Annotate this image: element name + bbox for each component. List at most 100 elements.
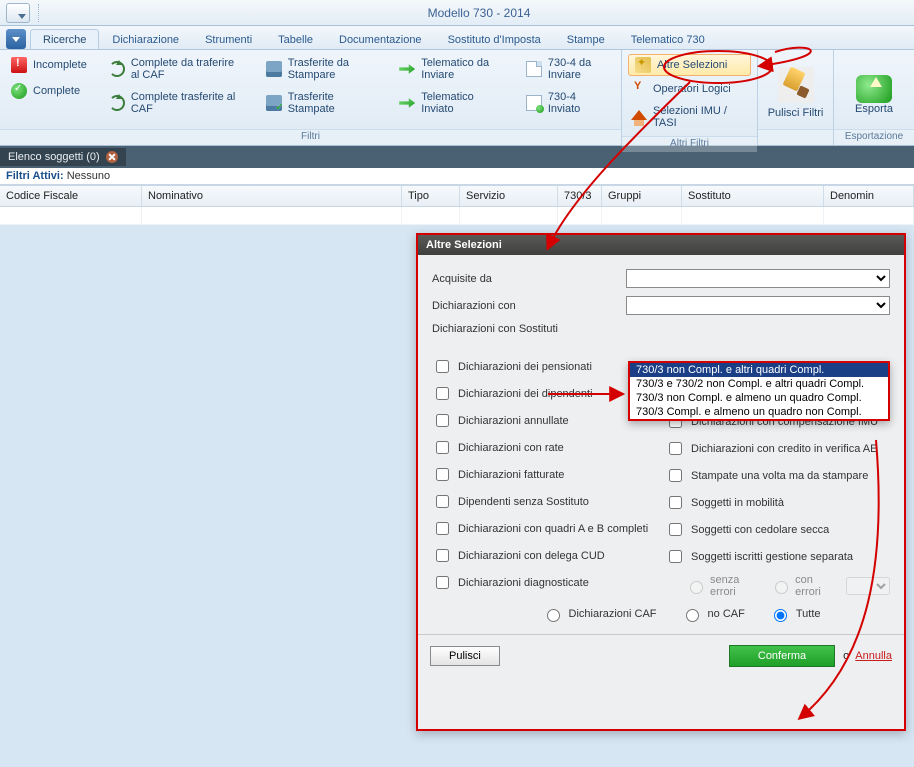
tab-stampe[interactable]: Stampe <box>554 29 618 49</box>
file-menu-button[interactable] <box>6 29 26 49</box>
chk-gestione-sep[interactable] <box>669 550 682 563</box>
label: Dichiarazioni con quadri A e B completi <box>458 523 648 535</box>
chk-rate[interactable] <box>436 441 449 454</box>
dropdown-option[interactable]: 730/3 e 730/2 non Compl. e altri quadri … <box>630 377 888 391</box>
ribbon-group-pulisci: Pulisci Filtri <box>758 50 834 145</box>
chk-senza-sostituto[interactable] <box>436 495 449 508</box>
tab-telematico[interactable]: Telematico 730 <box>618 29 718 49</box>
printer-check-icon <box>266 95 282 111</box>
chk-annullate[interactable] <box>436 414 449 427</box>
btn-dlg-conferma[interactable]: Conferma <box>729 645 835 667</box>
col-7303[interactable]: 730/3 <box>558 186 602 206</box>
dropdown-option[interactable]: 730/3 non Compl. e almeno un quadro Comp… <box>630 391 888 405</box>
dropdown-option[interactable]: 730/3 Compl. e almeno un quadro non Comp… <box>630 405 888 419</box>
label: Telematico Inviato <box>421 91 504 115</box>
filter-to-print[interactable]: Trasferite da Stampare <box>263 54 380 84</box>
chk-credito-ae[interactable] <box>669 442 682 455</box>
value: Nessuno <box>67 170 110 182</box>
tab-sostituto[interactable]: Sostituto d'Imposta <box>435 29 554 49</box>
warning-icon <box>11 57 27 73</box>
btn-esporta[interactable]: Esporta <box>842 54 906 125</box>
chk-stampate[interactable] <box>669 469 682 482</box>
filter-telematico-sent[interactable]: Telematico Inviato <box>396 88 507 118</box>
tab-strumenti[interactable]: Strumenti <box>192 29 265 49</box>
label: Soggetti con cedolare secca <box>691 524 829 536</box>
app-menu-button[interactable] <box>6 3 30 23</box>
col-codice-fiscale[interactable]: Codice Fiscale <box>0 186 142 206</box>
label: Selezioni IMU / TASI <box>653 105 748 129</box>
label: Dichiarazioni dei dipendenti <box>458 388 593 400</box>
refresh-icon <box>109 95 125 111</box>
label: Pulisci Filtri <box>768 107 824 119</box>
tab-tabelle[interactable]: Tabelle <box>265 29 326 49</box>
lnk-dlg-annulla[interactable]: Annulla <box>855 650 892 662</box>
caf-radio-group: Dichiarazioni CAF no CAF Tutte <box>472 606 890 622</box>
label: Esporta <box>855 103 893 115</box>
house-icon <box>631 110 647 120</box>
label: Tutte <box>796 608 821 620</box>
label: Complete da traferire al CAF <box>131 57 244 81</box>
group-caption <box>758 129 833 145</box>
col-servizio[interactable]: Servizio <box>460 186 558 206</box>
btn-altre-selezioni[interactable]: Altre Selezioni <box>628 54 751 76</box>
filter-7304-send[interactable]: 730-4 da Inviare <box>523 54 613 84</box>
filter-printed[interactable]: Trasferite Stampate <box>263 88 380 118</box>
tab-dichiarazione[interactable]: Dichiarazione <box>99 29 192 49</box>
label: Dipendenti senza Sostituto <box>458 496 589 508</box>
chk-dipendenti[interactable] <box>436 387 449 400</box>
rad-con-errori <box>775 581 788 594</box>
label: senza errori <box>710 574 752 598</box>
document-tab[interactable]: Elenco soggetti (0) <box>0 148 126 166</box>
col-nominativo[interactable]: Nominativo <box>142 186 402 206</box>
dropdown-option[interactable]: 730/3 non Compl. e altri quadri Compl. <box>630 363 888 377</box>
chk-fatturate[interactable] <box>436 468 449 481</box>
label: Soggetti in mobilità <box>691 497 784 509</box>
close-icon[interactable] <box>106 151 118 163</box>
label: Trasferite da Stampare <box>288 57 377 81</box>
label: Telematico da Inviare <box>421 57 504 81</box>
sel-acquisite-da[interactable] <box>626 269 890 288</box>
chk-diagnosticate[interactable] <box>436 576 449 589</box>
label: Incomplete <box>33 59 87 71</box>
filter-telematico-send[interactable]: Telematico da Inviare <box>396 54 507 84</box>
chk-delega-cud[interactable] <box>436 549 449 562</box>
dropdown-dich-sostituti[interactable]: 730/3 non Compl. e altri quadri Compl. 7… <box>628 361 890 421</box>
ribbon-group-esporta: Esporta Esportazione <box>834 50 914 145</box>
col-tipo[interactable]: Tipo <box>402 186 460 206</box>
sel-dich-con[interactable] <box>626 296 890 315</box>
label: Dichiarazioni annullate <box>458 415 569 427</box>
col-sostituto[interactable]: Sostituto <box>682 186 824 206</box>
tab-ricerche[interactable]: Ricerche <box>30 29 99 49</box>
btn-operatori-logici[interactable]: Operatori Logici <box>628 78 751 100</box>
label: Dichiarazioni dei pensionati <box>458 361 592 373</box>
chk-mobilita[interactable] <box>669 496 682 509</box>
group-caption: Altri Filtri <box>622 136 757 152</box>
col-denomin[interactable]: Denomin <box>824 186 914 206</box>
tab-documentazione[interactable]: Documentazione <box>326 29 435 49</box>
document-tab-bar: Elenco soggetti (0) <box>0 146 914 168</box>
label: Dichiarazioni CAF <box>569 608 657 620</box>
filter-to-transfer-caf[interactable]: Complete da traferire al CAF <box>106 54 247 84</box>
rad-tutte[interactable] <box>774 609 787 622</box>
filter-7304-sent[interactable]: 730-4 Inviato <box>523 88 613 118</box>
filter-complete[interactable]: Complete <box>8 80 90 102</box>
grid-header: Codice Fiscale Nominativo Tipo Servizio … <box>0 185 914 207</box>
btn-dlg-pulisci[interactable]: Pulisci <box>430 646 500 666</box>
active-filters-line: Filtri Attivi: Nessuno <box>0 168 914 185</box>
label: Filtri Attivi: <box>6 170 64 182</box>
lbl-o: o <box>843 650 849 662</box>
filter-incomplete[interactable]: Incomplete <box>8 54 90 76</box>
chk-quadri-ab[interactable] <box>436 522 449 535</box>
col-gruppi[interactable]: Gruppi <box>602 186 682 206</box>
btn-selezioni-imu[interactable]: Selezioni IMU / TASI <box>628 102 751 132</box>
rad-dich-caf[interactable] <box>547 609 560 622</box>
filter-transferred-caf[interactable]: Complete trasferite al CAF <box>106 88 247 118</box>
btn-pulisci-filtri[interactable]: Pulisci Filtri <box>766 54 825 125</box>
rad-no-caf[interactable] <box>686 609 699 622</box>
label: Dichiarazioni con credito in verifica AE <box>691 443 877 455</box>
chk-cedolare[interactable] <box>669 523 682 536</box>
label: con errori <box>795 574 828 598</box>
label: Operatori Logici <box>653 83 731 95</box>
chk-pensionati[interactable] <box>436 360 449 373</box>
ribbon-tabstrip: Ricerche Dichiarazione Strumenti Tabelle… <box>0 26 914 50</box>
